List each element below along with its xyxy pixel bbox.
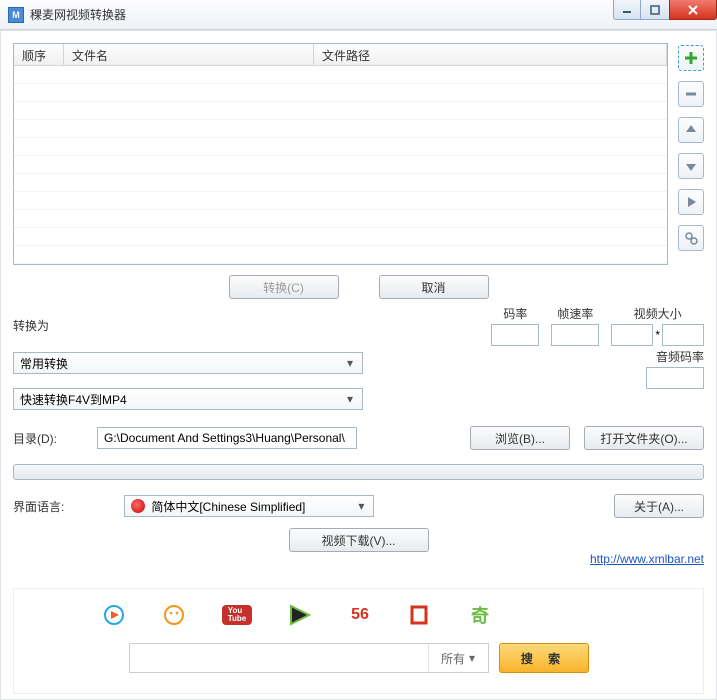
- preset-category-combo[interactable]: 常用转换 ▾: [13, 352, 363, 374]
- video-height-input[interactable]: [662, 324, 704, 346]
- list-header: 顺序 文件名 文件路径: [14, 44, 667, 66]
- action-row: 转换(C) 取消: [13, 275, 704, 299]
- col-path[interactable]: 文件路径: [314, 44, 667, 65]
- site-link[interactable]: http://www.xmlbar.net: [590, 552, 704, 566]
- language-value: 简体中文[Chinese Simplified]: [151, 498, 353, 515]
- play-button[interactable]: [678, 189, 704, 215]
- convert-to-label: 转换为: [13, 317, 49, 334]
- video-site-icons: YouTube 56 奇: [34, 603, 683, 627]
- list-body: [14, 66, 667, 264]
- preset-format-value: 快速转换F4V到MP4: [20, 391, 127, 408]
- window-controls: [614, 0, 717, 20]
- progress-bar: [13, 464, 704, 480]
- site-icon-youku[interactable]: [102, 603, 126, 627]
- bitrate-label: 码率: [503, 305, 527, 322]
- fps-input[interactable]: [551, 324, 599, 346]
- params-group: 码率 帧速率 视频大小 *: [491, 305, 704, 346]
- maximize-button[interactable]: [640, 0, 670, 20]
- lang-row: 界面语言: 简体中文[Chinese Simplified] ▾ 关于(A)..…: [13, 494, 704, 518]
- site-icon-56[interactable]: 56: [348, 603, 372, 627]
- minimize-button[interactable]: [613, 0, 641, 20]
- open-folder-button[interactable]: 打开文件夹(O)...: [584, 426, 704, 450]
- flag-icon: [131, 499, 145, 513]
- list-area: 顺序 文件名 文件路径: [13, 43, 704, 265]
- window-title: 稞麦网视频转换器: [30, 6, 126, 23]
- move-up-button[interactable]: [678, 117, 704, 143]
- convert-button[interactable]: 转换(C): [229, 275, 339, 299]
- chevron-down-icon: ▾: [342, 356, 358, 370]
- site-icon-qiyi[interactable]: 奇: [468, 603, 492, 627]
- settings-button[interactable]: [678, 225, 704, 251]
- bitrate-input[interactable]: [491, 324, 539, 346]
- fps-label: 帧速率: [557, 305, 593, 322]
- dir-label: 目录(D):: [13, 430, 83, 447]
- file-list[interactable]: 顺序 文件名 文件路径: [13, 43, 668, 265]
- audio-bitrate-input[interactable]: [646, 367, 704, 389]
- chevron-down-icon: ▾: [353, 499, 369, 513]
- dir-input[interactable]: [97, 427, 357, 449]
- convert-section: 转换为 码率 帧速率 视频大小 *: [13, 305, 704, 410]
- search-category-combo[interactable]: 所有 ▾: [428, 644, 488, 672]
- search-panel: YouTube 56 奇 所有 ▾ 搜 索: [13, 588, 704, 694]
- site-icon-iqiyi-play[interactable]: [288, 603, 312, 627]
- site-icon-ku6[interactable]: [408, 603, 432, 627]
- search-category-value: 所有: [441, 650, 465, 667]
- chevron-down-icon: ▾: [342, 392, 358, 406]
- search-button[interactable]: 搜 索: [499, 643, 589, 673]
- search-input[interactable]: [130, 644, 428, 672]
- videosize-label: 视频大小: [634, 305, 682, 322]
- chevron-down-icon: ▾: [469, 651, 475, 665]
- language-combo[interactable]: 简体中文[Chinese Simplified] ▾: [124, 495, 374, 517]
- download-row: 视频下载(V)... http://www.xmlbar.net: [13, 528, 704, 552]
- video-download-button[interactable]: 视频下载(V)...: [289, 528, 429, 552]
- lang-label: 界面语言:: [13, 498, 64, 515]
- cancel-button[interactable]: 取消: [379, 275, 489, 299]
- titlebar: M 稞麦网视频转换器: [0, 0, 717, 30]
- browse-button[interactable]: 浏览(B)...: [470, 426, 570, 450]
- video-width-input[interactable]: [611, 324, 653, 346]
- content: 顺序 文件名 文件路径: [0, 30, 717, 700]
- add-button[interactable]: [678, 45, 704, 71]
- col-order[interactable]: 顺序: [14, 44, 64, 65]
- search-row: 所有 ▾ 搜 索: [34, 643, 683, 673]
- close-button[interactable]: [669, 0, 717, 20]
- search-input-wrap: 所有 ▾: [129, 643, 489, 673]
- multiply-icon: *: [653, 324, 662, 346]
- app-icon: M: [8, 7, 24, 23]
- move-down-button[interactable]: [678, 153, 704, 179]
- col-name[interactable]: 文件名: [64, 44, 314, 65]
- audio-bitrate-label: 音频码率: [656, 348, 704, 365]
- preset-format-combo[interactable]: 快速转换F4V到MP4 ▾: [13, 388, 363, 410]
- site-icon-youtube[interactable]: YouTube: [222, 605, 252, 625]
- preset-category-value: 常用转换: [20, 355, 68, 372]
- remove-button[interactable]: [678, 81, 704, 107]
- dir-row: 目录(D): 浏览(B)... 打开文件夹(O)...: [13, 426, 704, 450]
- side-buttons: [678, 43, 704, 265]
- about-button[interactable]: 关于(A)...: [614, 494, 704, 518]
- site-icon-tudou[interactable]: [162, 603, 186, 627]
